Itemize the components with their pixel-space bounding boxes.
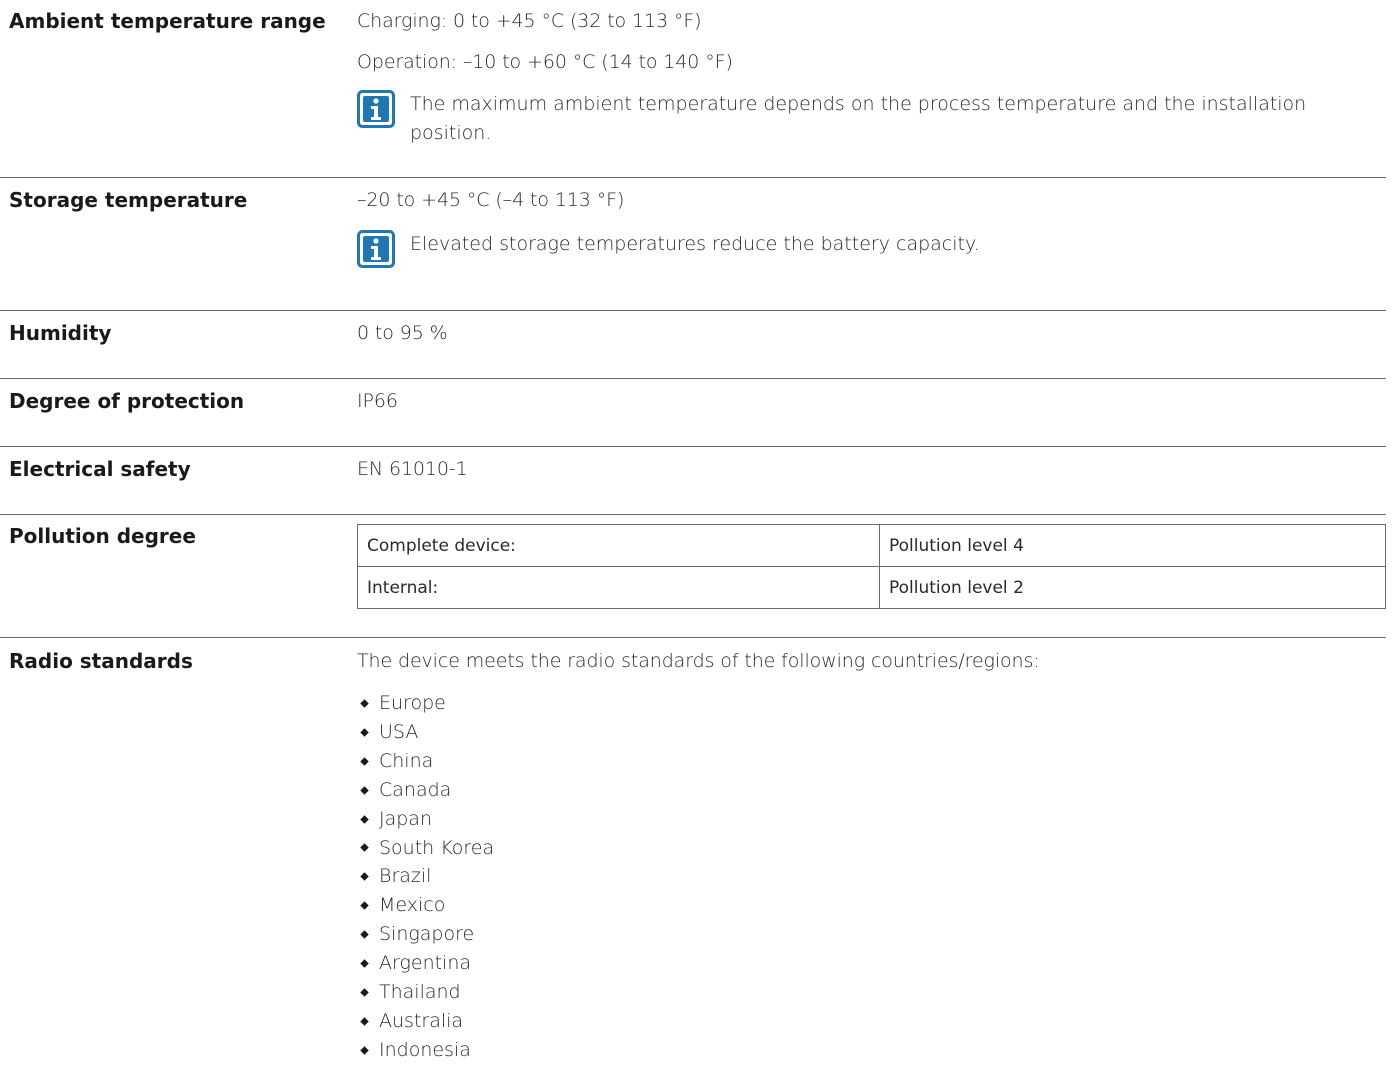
bullet-icon (360, 1017, 369, 1026)
protection-value: IP66 (357, 390, 398, 412)
list-item: Mexico (360, 891, 494, 920)
divider (0, 310, 1386, 311)
list-item: USA (360, 718, 494, 747)
ambient-note-text: The maximum ambient temperature depends … (410, 93, 1307, 144)
humidity-label: Humidity (9, 321, 112, 345)
bullet-icon (360, 901, 369, 911)
bullet-icon (360, 959, 369, 968)
pollution-degree-label: Pollution degree (9, 524, 196, 548)
list-item: Singapore (360, 920, 494, 949)
table-cell: Complete device: (357, 524, 880, 567)
info-icon (357, 90, 395, 128)
bullet-icon (360, 757, 369, 766)
radio-standards-label: Radio standards (9, 649, 193, 673)
divider (0, 177, 1386, 178)
list-item: Japan (360, 805, 494, 834)
storage-note: Elevated storage temperatures reduce the… (357, 230, 1375, 268)
country-list: Europe USA China Canada Japan South Kore… (360, 689, 494, 1065)
bullet-icon (360, 930, 369, 939)
bullet-icon (360, 988, 369, 997)
radio-standards-intro: The device meets the radio standards of … (357, 650, 1040, 672)
list-item: Canada (360, 776, 494, 805)
list-item: Europe (360, 689, 494, 718)
bullet-icon (360, 843, 369, 853)
ambient-note: The maximum ambient temperature depends … (357, 90, 1375, 148)
bullet-icon (360, 699, 369, 708)
divider (0, 446, 1386, 447)
list-item: Indonesia (360, 1036, 494, 1065)
ambient-charging-value: Charging: 0 to +45 °C (32 to 113 °F) (357, 10, 702, 32)
storage-temperature-value: –20 to +45 °C (–4 to 113 °F) (357, 189, 625, 211)
electrical-safety-value: EN 61010-1 (357, 458, 468, 480)
bullet-icon (360, 814, 369, 824)
table-cell: Pollution level 4 (879, 524, 1386, 567)
list-item: Brazil (360, 862, 494, 891)
table-cell: Internal: (357, 566, 880, 609)
bullet-icon (360, 872, 369, 882)
divider (0, 637, 1386, 638)
humidity-value: 0 to 95 % (357, 322, 448, 344)
table-row: Internal: Pollution level 2 (357, 566, 1386, 609)
list-item: China (360, 747, 494, 776)
list-item: South Korea (360, 834, 494, 863)
bullet-icon (360, 785, 369, 795)
pollution-table: Complete device: Pollution level 4 Inter… (357, 524, 1386, 609)
ambient-temperature-label: Ambient temperature range (9, 9, 326, 33)
protection-label: Degree of protection (9, 389, 245, 413)
ambient-operation-value: Operation: –10 to +60 °C (14 to 140 °F) (357, 51, 733, 73)
list-item: Australia (360, 1007, 494, 1036)
bullet-icon (360, 1046, 369, 1055)
info-icon (357, 230, 395, 268)
bullet-icon (360, 728, 369, 737)
divider (0, 514, 1386, 515)
table-row: Complete device: Pollution level 4 (357, 524, 1386, 567)
list-item: Argentina (360, 949, 494, 978)
electrical-safety-label: Electrical safety (9, 457, 191, 481)
list-item: Thailand (360, 978, 494, 1007)
divider (0, 378, 1386, 379)
storage-note-text: Elevated storage temperatures reduce the… (410, 233, 980, 255)
storage-temperature-label: Storage temperature (9, 188, 248, 212)
table-cell: Pollution level 2 (879, 566, 1386, 609)
